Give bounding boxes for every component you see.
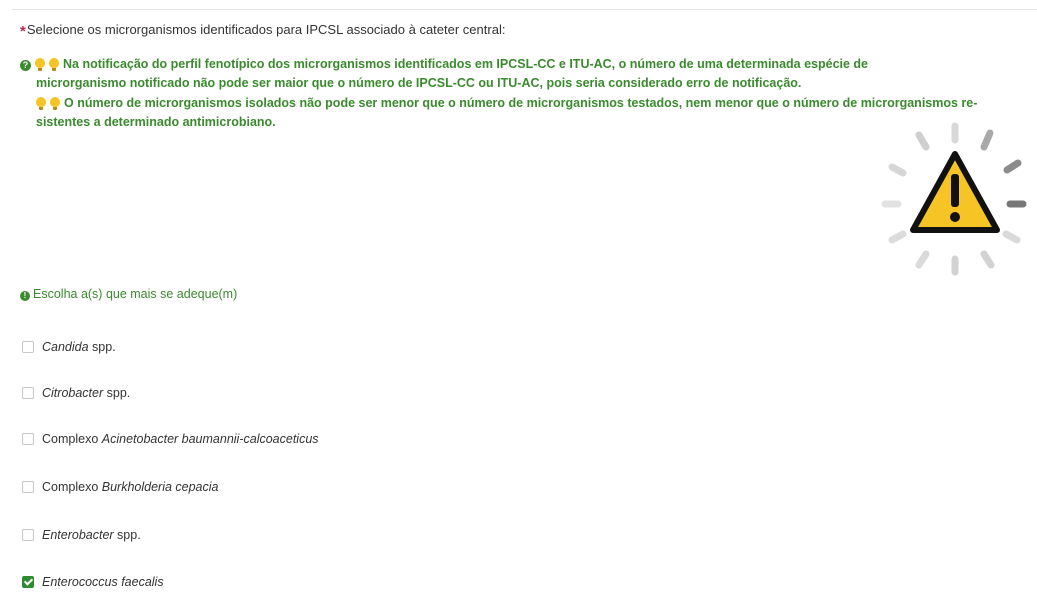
help-line-2: O número de microrganismos isolados não … [64,96,978,110]
section-divider [12,9,1037,10]
lightbulb-icon [35,58,45,71]
help-line-1-continuation: microrganismo notificado não pode ser ma… [36,76,802,90]
warning-triangle-icon [881,122,1027,276]
checkbox[interactable] [22,341,34,353]
option-enterobacter[interactable]: Enterobacter spp. [22,528,141,542]
lightbulb-icon [36,97,46,110]
lightbulb-icon [49,58,59,71]
option-acinetobacter[interactable]: Complexo Acinetobacter baumannii-calcoac… [22,432,319,446]
option-label: Complexo Burkholderia cepacia [42,480,219,494]
help-paragraph-1: ? Na notificação do perfil fenotípico dos… [20,55,1030,93]
checkbox[interactable] [22,387,34,399]
selection-hint: ! Escolha a(s) que mais se adeque(m) [20,287,237,301]
checkbox[interactable] [22,433,34,445]
option-label: Enterococcus faecalis [42,575,164,589]
lightbulb-icon [50,97,60,110]
option-label: Candida spp. [42,340,116,354]
checkbox-checked[interactable] [22,576,34,588]
option-label: Complexo Acinetobacter baumannii-calcoac… [42,432,319,446]
required-mark: * [20,23,26,40]
selection-hint-text: Escolha a(s) que mais se adeque(m) [33,287,238,301]
question-text: Selecione os microrganismos identificado… [26,22,506,37]
option-label: Enterobacter spp. [42,528,141,542]
option-label: Citrobacter spp. [42,386,131,400]
checkbox[interactable] [22,481,34,493]
exclamation-circle-icon: ! [20,291,30,301]
option-candida[interactable]: Candida spp. [22,340,116,354]
help-line-1: Na notificação do perfil fenotípico dos … [63,57,869,71]
option-citrobacter[interactable]: Citrobacter spp. [22,386,130,400]
question-circle-icon[interactable]: ? [20,60,31,71]
checkbox[interactable] [22,529,34,541]
option-burkholderia[interactable]: Complexo Burkholderia cepacia [22,480,219,494]
option-enterococcus-faecalis[interactable]: Enterococcus faecalis [22,575,164,589]
question-label: *Selecione os microrganismos identificad… [20,22,505,40]
